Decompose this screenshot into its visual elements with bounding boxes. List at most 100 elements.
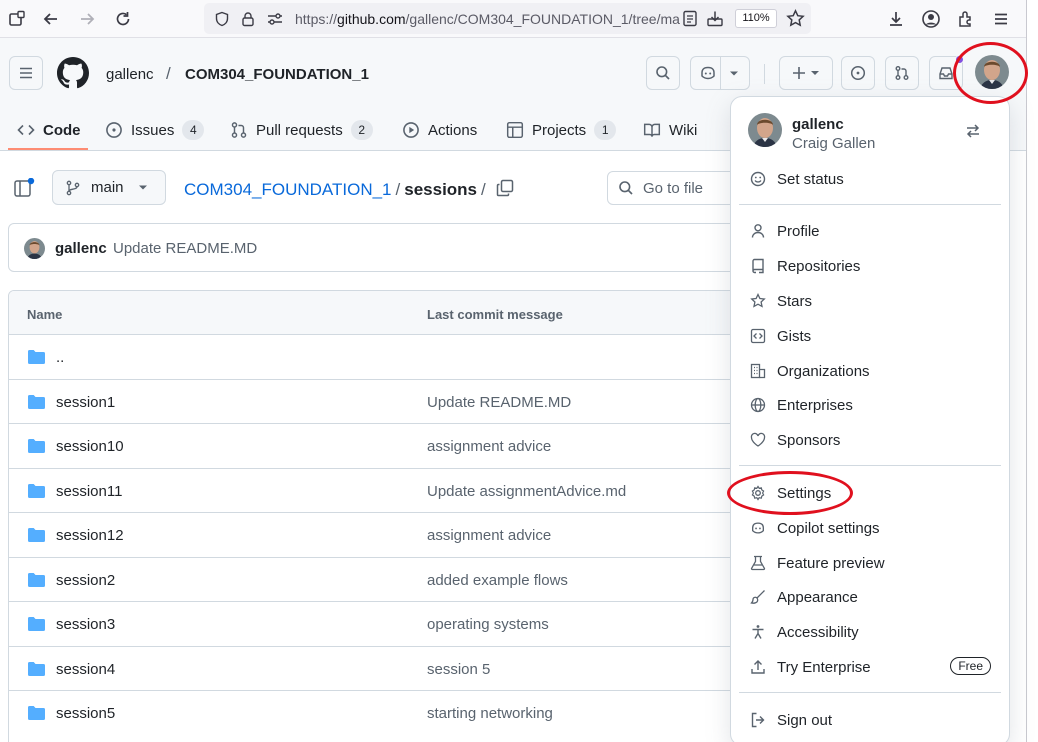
reader-view-icon[interactable] bbox=[682, 10, 698, 27]
menu-item-copilot-settings[interactable]: Copilot settings bbox=[739, 512, 1001, 544]
account-icon[interactable] bbox=[918, 6, 944, 32]
user-avatar-button[interactable] bbox=[975, 55, 1009, 89]
beaker-icon bbox=[748, 555, 768, 571]
menu-item-enterprises[interactable]: Enterprises bbox=[739, 389, 1001, 421]
file-name[interactable]: session10 bbox=[56, 438, 124, 455]
repo-owner-link[interactable]: gallenc bbox=[106, 66, 154, 83]
file-commit-message[interactable]: assignment advice bbox=[427, 527, 551, 544]
create-new-button[interactable] bbox=[779, 56, 833, 90]
file-name[interactable]: session3 bbox=[56, 616, 115, 633]
user-menu-dropdown: gallenc Craig Gallen Set status Profile … bbox=[730, 96, 1010, 742]
tab-list-icon[interactable] bbox=[4, 6, 30, 32]
file-commit-message[interactable]: Update README.MD bbox=[427, 394, 571, 411]
file-commit-message[interactable]: operating systems bbox=[427, 616, 549, 633]
extensions-icon[interactable] bbox=[953, 6, 979, 32]
hamburger-menu-button[interactable] bbox=[9, 56, 43, 90]
file-name[interactable]: session12 bbox=[56, 527, 124, 544]
table-row-parent-dir[interactable]: .. bbox=[9, 335, 767, 380]
file-name[interactable]: session11 bbox=[56, 483, 122, 500]
url-text: https://github.com/gallenc/COM304_FOUNDA… bbox=[295, 11, 680, 27]
menu-item-accessibility[interactable]: Accessibility bbox=[739, 616, 1001, 648]
zoom-level[interactable]: 110% bbox=[735, 9, 777, 28]
commit-message-link[interactable]: Update README.MD bbox=[113, 240, 257, 257]
table-row[interactable]: session12 assignment advice bbox=[9, 513, 767, 558]
menu-item-sign-out[interactable]: Sign out bbox=[739, 704, 1001, 736]
active-tab-indicator bbox=[8, 148, 88, 150]
reload-icon[interactable] bbox=[110, 6, 136, 32]
file-name[interactable]: session4 bbox=[56, 661, 115, 678]
table-icon bbox=[506, 121, 524, 139]
file-commit-message[interactable]: assignment advice bbox=[427, 438, 551, 455]
table-row[interactable]: session4 session 5 bbox=[9, 647, 767, 691]
save-to-pocket-icon[interactable] bbox=[706, 10, 724, 27]
person-icon bbox=[748, 223, 768, 239]
pull-requests-button[interactable] bbox=[885, 56, 919, 90]
menu-item-appearance[interactable]: Appearance bbox=[739, 581, 1001, 613]
branch-selector-button[interactable]: main bbox=[52, 170, 166, 205]
tab-actions[interactable]: Actions bbox=[402, 110, 477, 150]
file-tree-toggle-icon[interactable] bbox=[14, 178, 36, 198]
column-header-commit-message: Last commit message bbox=[427, 307, 563, 322]
file-name[interactable]: .. bbox=[56, 349, 64, 366]
menu-username: gallenc bbox=[792, 116, 844, 133]
table-row[interactable]: session1 Update README.MD bbox=[9, 380, 767, 424]
organization-icon bbox=[748, 363, 768, 379]
tab-issues[interactable]: Issues 4 bbox=[105, 110, 205, 150]
breadcrumb-repo-link[interactable]: COM304_FOUNDATION_1 bbox=[184, 180, 392, 199]
table-row[interactable]: session11 Update assignmentAdvice.md bbox=[9, 469, 767, 513]
tab-wiki[interactable]: Wiki bbox=[643, 110, 697, 150]
table-row[interactable]: session10 assignment advice bbox=[9, 424, 767, 469]
file-commit-message[interactable]: session 5 bbox=[427, 661, 490, 678]
inbox-icon bbox=[939, 67, 953, 80]
file-name[interactable]: session1 bbox=[56, 394, 115, 411]
copy-path-icon[interactable] bbox=[496, 179, 514, 197]
latest-commit-bar: gallenc Update README.MD bbox=[8, 223, 768, 272]
tab-projects[interactable]: Projects 1 bbox=[506, 110, 617, 150]
file-commit-message[interactable]: starting networking bbox=[427, 705, 553, 722]
table-row[interactable]: session5 starting networking bbox=[9, 691, 767, 736]
issues-button[interactable] bbox=[841, 56, 875, 90]
back-icon[interactable] bbox=[38, 6, 64, 32]
table-row[interactable]: session3 operating systems bbox=[9, 602, 767, 647]
file-name[interactable]: session2 bbox=[56, 572, 115, 589]
tab-pull-requests[interactable]: Pull requests 2 bbox=[230, 110, 373, 150]
menu-item-settings[interactable]: Settings bbox=[739, 477, 1001, 509]
file-name[interactable]: session5 bbox=[56, 705, 115, 722]
menu-divider bbox=[739, 465, 1001, 466]
menu-item-feature-preview[interactable]: Feature preview bbox=[739, 547, 1001, 579]
menu-item-stars[interactable]: Stars bbox=[739, 285, 1001, 317]
git-branch-icon bbox=[66, 180, 80, 195]
menu-item-try-enterprise[interactable]: Try Enterprise Free bbox=[739, 651, 1001, 683]
menu-item-gists[interactable]: Gists bbox=[739, 320, 1001, 352]
switch-account-icon[interactable] bbox=[965, 123, 981, 139]
downloads-icon[interactable] bbox=[883, 6, 909, 32]
globe-icon bbox=[748, 397, 768, 413]
menu-item-repositories[interactable]: Repositories bbox=[739, 250, 1001, 282]
menu-item-sponsors[interactable]: Sponsors bbox=[739, 424, 1001, 456]
book-icon bbox=[643, 121, 661, 139]
search-button[interactable] bbox=[646, 56, 680, 90]
folder-icon bbox=[27, 705, 46, 721]
breadcrumb-current-dir: sessions bbox=[404, 180, 478, 199]
bookmark-star-icon[interactable] bbox=[786, 9, 805, 28]
commit-author-link[interactable]: gallenc bbox=[55, 240, 107, 257]
menu-item-set-status[interactable]: Set status bbox=[739, 163, 1001, 195]
table-row[interactable]: session2 added example flows bbox=[9, 558, 767, 602]
avatar bbox=[975, 55, 1009, 89]
menu-item-profile[interactable]: Profile bbox=[739, 215, 1001, 247]
copilot-button[interactable] bbox=[690, 56, 750, 90]
menu-item-organizations[interactable]: Organizations bbox=[739, 355, 1001, 387]
repo-name-link[interactable]: COM304_FOUNDATION_1 bbox=[185, 66, 369, 83]
file-commit-message[interactable]: Update assignmentAdvice.md bbox=[427, 483, 626, 500]
tab-code[interactable]: Code bbox=[17, 110, 81, 150]
commit-author-avatar[interactable] bbox=[24, 238, 45, 259]
copilot-icon bbox=[748, 520, 768, 536]
forward-icon[interactable] bbox=[74, 6, 100, 32]
address-bar[interactable]: https://github.com/gallenc/COM304_FOUNDA… bbox=[204, 3, 811, 34]
app-menu-icon[interactable] bbox=[988, 6, 1014, 32]
folder-icon bbox=[27, 394, 46, 410]
site-permissions-icon[interactable] bbox=[266, 11, 284, 27]
projects-count-badge: 1 bbox=[594, 120, 617, 140]
github-logo-icon[interactable] bbox=[57, 57, 89, 89]
file-commit-message[interactable]: added example flows bbox=[427, 572, 568, 589]
